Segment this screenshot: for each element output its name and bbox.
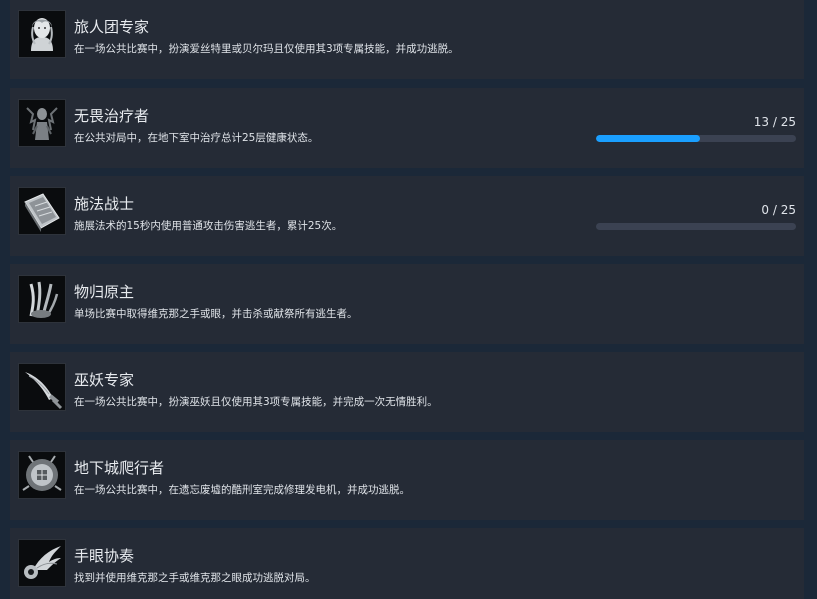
achievement-title: 旅人团专家 (74, 18, 150, 36)
achievement-description: 找到并使用维克那之手或维克那之眼成功逃脱对局。 (74, 572, 316, 584)
achievement-description: 在公共对局中，在地下室中治疗总计25层健康状态。 (74, 132, 319, 144)
achievement-title: 地下城爬行者 (74, 459, 165, 477)
spellbook-icon (18, 187, 66, 235)
achievement-title: 物归原主 (74, 283, 135, 301)
achievement-title: 巫妖专家 (74, 371, 135, 389)
progress-bar-fill (596, 135, 700, 142)
progress-bar (596, 135, 796, 142)
achievement-description: 单场比赛中取得维克那之手或眼，并击杀或献祭所有逃生者。 (74, 308, 358, 320)
curved-blade-icon (18, 363, 66, 411)
winged-eye-icon (18, 539, 66, 587)
achievement-description: 在一场公共比赛中，扮演巫妖且仅使用其3项专属技能，并完成一次无情胜利。 (74, 396, 438, 408)
achievement-card[interactable]: 旅人团专家 在一场公共比赛中，扮演爱丝特里或贝尔玛且仅使用其3项专属技能，并成功… (10, 0, 804, 79)
claw-hand-icon (18, 275, 66, 323)
dungeon-crest-icon (18, 451, 66, 499)
achievement-title: 施法战士 (74, 195, 135, 213)
progress-bar (596, 223, 796, 230)
achievement-card[interactable]: 无畏治疗者 在公共对局中，在地下室中治疗总计25层健康状态。 13 / 25 (10, 88, 804, 168)
achievement-card[interactable]: 手眼协奏 找到并使用维克那之手或维克那之眼成功逃脱对局。 (10, 528, 804, 599)
achievement-card[interactable]: 物归原主 单场比赛中取得维克那之手或眼，并击杀或献祭所有逃生者。 (10, 264, 804, 344)
achievement-card[interactable]: 地下城爬行者 在一场公共比赛中，在遗忘废墟的酷刑室完成修理发电机，并成功逃脱。 (10, 440, 804, 520)
progress-count: 13 / 25 (753, 115, 796, 129)
portrait-icon (18, 10, 66, 58)
healer-figure-icon (18, 99, 66, 147)
achievement-card[interactable]: 施法战士 施展法术的15秒内使用普通攻击伤害逃生者，累计25次。 0 / 25 (10, 176, 804, 256)
achievement-description: 在一场公共比赛中，扮演爱丝特里或贝尔玛且仅使用其3项专属技能，并成功逃脱。 (74, 43, 459, 55)
progress-count: 0 / 25 (761, 203, 796, 217)
achievement-description: 施展法术的15秒内使用普通攻击伤害逃生者，累计25次。 (74, 220, 343, 232)
achievement-title: 手眼协奏 (74, 547, 135, 565)
achievement-description: 在一场公共比赛中，在遗忘废墟的酷刑室完成修理发电机，并成功逃脱。 (74, 484, 410, 496)
achievement-title: 无畏治疗者 (74, 107, 150, 125)
achievement-list: 旅人团专家 在一场公共比赛中，扮演爱丝特里或贝尔玛且仅使用其3项专属技能，并成功… (0, 0, 817, 599)
achievement-card[interactable]: 巫妖专家 在一场公共比赛中，扮演巫妖且仅使用其3项专属技能，并完成一次无情胜利。 (10, 352, 804, 432)
